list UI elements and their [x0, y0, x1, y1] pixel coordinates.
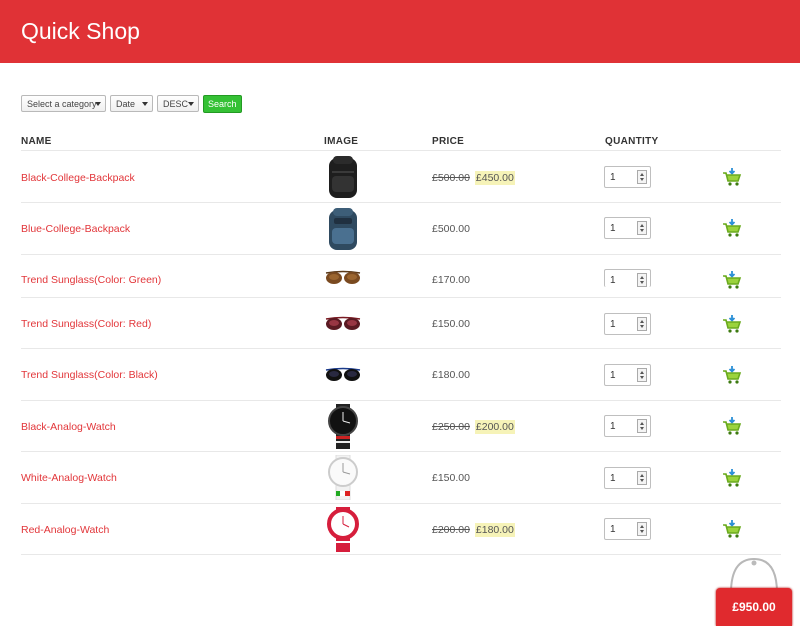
search-button[interactable]: Search	[203, 95, 242, 113]
quantity-value: 1	[610, 223, 616, 234]
price: £170.00	[432, 274, 470, 286]
table-row: Trend Sunglass(Color: Red) £150.00 1	[21, 297, 781, 348]
quantity-stepper[interactable]: 1	[604, 166, 651, 188]
chevron-down-icon	[142, 102, 148, 106]
table-row: Red-Analog-Watch £200.00 £180.00 1	[21, 503, 781, 555]
table-row: Trend Sunglass(Color: Black) £180.00 1	[21, 348, 781, 400]
price-cell: £500.00 £450.00	[432, 171, 515, 185]
product-name-link[interactable]: White-Analog-Watch	[21, 472, 117, 484]
category-select[interactable]: Select a category	[21, 95, 106, 112]
old-price: £500.00	[432, 172, 470, 184]
chevron-down-icon	[95, 102, 101, 106]
sale-price: £200.00	[474, 420, 515, 434]
sale-price: £450.00	[474, 171, 515, 185]
quantity-stepper[interactable]: 1	[604, 518, 651, 540]
column-header-quantity: QUANTITY	[605, 136, 659, 147]
filter-bar: Select a category Date DESC Search	[21, 95, 242, 113]
price-cell: £500.00	[432, 223, 470, 235]
quantity-stepper[interactable]: 1	[604, 415, 651, 437]
old-price: £250.00	[432, 421, 470, 433]
price: £180.00	[432, 369, 470, 381]
old-price: £200.00	[432, 524, 470, 536]
add-to-cart-icon[interactable]	[722, 519, 742, 539]
column-header-image: IMAGE	[324, 136, 359, 147]
quantity-value: 1	[610, 275, 616, 286]
black-backpack-image[interactable]	[323, 154, 363, 199]
white-watch-image[interactable]	[323, 455, 363, 500]
quantity-stepper[interactable]: 1	[604, 467, 651, 489]
quantity-stepper[interactable]: 1	[604, 217, 651, 239]
spinner-arrows-icon[interactable]	[637, 522, 647, 536]
sale-price: £180.00	[474, 523, 515, 537]
add-to-cart-icon[interactable]	[722, 167, 742, 187]
order-select-label: DESC	[163, 99, 189, 109]
table-row: White-Analog-Watch £150.00 1	[21, 451, 781, 503]
quantity-stepper[interactable]: 1	[604, 269, 651, 287]
chevron-down-icon	[188, 102, 194, 106]
add-to-cart-icon[interactable]	[722, 416, 742, 436]
spinner-arrows-icon[interactable]	[637, 170, 647, 184]
sort-by-select[interactable]: Date	[110, 95, 153, 112]
price-cell: £200.00 £180.00	[432, 523, 515, 537]
quantity-stepper[interactable]: 1	[604, 364, 651, 386]
table-row: Black-College-Backpack £500.00 £450.00 1	[21, 150, 781, 202]
price-cell: £150.00	[432, 318, 470, 330]
price-cell: £250.00 £200.00	[432, 420, 515, 434]
quantity-value: 1	[610, 370, 616, 381]
sunglass-red-image[interactable]	[324, 314, 362, 334]
blue-backpack-image[interactable]	[323, 206, 363, 251]
product-name-link[interactable]: Black-College-Backpack	[21, 172, 135, 184]
column-header-price: PRICE	[432, 136, 465, 147]
price: £150.00	[432, 318, 470, 330]
quantity-value: 1	[610, 524, 616, 535]
add-to-cart-icon[interactable]	[722, 218, 742, 238]
sort-by-select-label: Date	[116, 99, 136, 109]
add-to-cart-icon[interactable]	[722, 365, 742, 385]
table-row: Trend Sunglass(Color: Green) £170.00 1	[21, 254, 781, 297]
page-title: Quick Shop	[21, 18, 140, 44]
price-cell: £180.00	[432, 369, 470, 381]
black-watch-image[interactable]	[323, 404, 363, 449]
sunglass-green-image[interactable]	[324, 268, 362, 288]
order-select[interactable]: DESC	[157, 95, 199, 112]
quantity-value: 1	[610, 421, 616, 432]
product-name-link[interactable]: Black-Analog-Watch	[21, 421, 116, 433]
product-name-link[interactable]: Blue-College-Backpack	[21, 223, 130, 235]
product-name-link[interactable]: Trend Sunglass(Color: Red)	[21, 318, 151, 330]
table-row: Blue-College-Backpack £500.00 1	[21, 202, 781, 254]
header-bar: Quick Shop	[0, 0, 800, 63]
quantity-stepper[interactable]: 1	[604, 313, 651, 335]
add-to-cart-icon[interactable]	[722, 468, 742, 488]
quantity-value: 1	[610, 473, 616, 484]
spinner-arrows-icon[interactable]	[637, 471, 647, 485]
add-to-cart-icon[interactable]	[722, 270, 742, 290]
quantity-value: 1	[610, 172, 616, 183]
red-watch-image[interactable]	[323, 507, 363, 552]
price-cell: £150.00	[432, 472, 470, 484]
cart-total-button[interactable]: £950.00	[716, 588, 792, 626]
product-name-link[interactable]: Red-Analog-Watch	[21, 524, 109, 536]
add-to-cart-icon[interactable]	[722, 314, 742, 334]
spinner-arrows-icon[interactable]	[637, 317, 647, 331]
category-select-label: Select a category	[27, 99, 97, 109]
price: £500.00	[432, 223, 470, 235]
quantity-value: 1	[610, 319, 616, 330]
spinner-arrows-icon[interactable]	[637, 221, 647, 235]
table-row: Black-Analog-Watch £250.00 £200.00 1	[21, 400, 781, 451]
spinner-arrows-icon[interactable]	[637, 419, 647, 433]
cart-total-value: £950.00	[732, 600, 776, 614]
price: £150.00	[432, 472, 470, 484]
column-header-name: NAME	[21, 136, 52, 147]
spinner-arrows-icon[interactable]	[637, 273, 647, 287]
product-name-link[interactable]: Trend Sunglass(Color: Green)	[21, 274, 161, 286]
sunglass-black-image[interactable]	[324, 365, 362, 385]
spinner-arrows-icon[interactable]	[637, 368, 647, 382]
product-name-link[interactable]: Trend Sunglass(Color: Black)	[21, 369, 158, 381]
price-cell: £170.00	[432, 274, 470, 286]
